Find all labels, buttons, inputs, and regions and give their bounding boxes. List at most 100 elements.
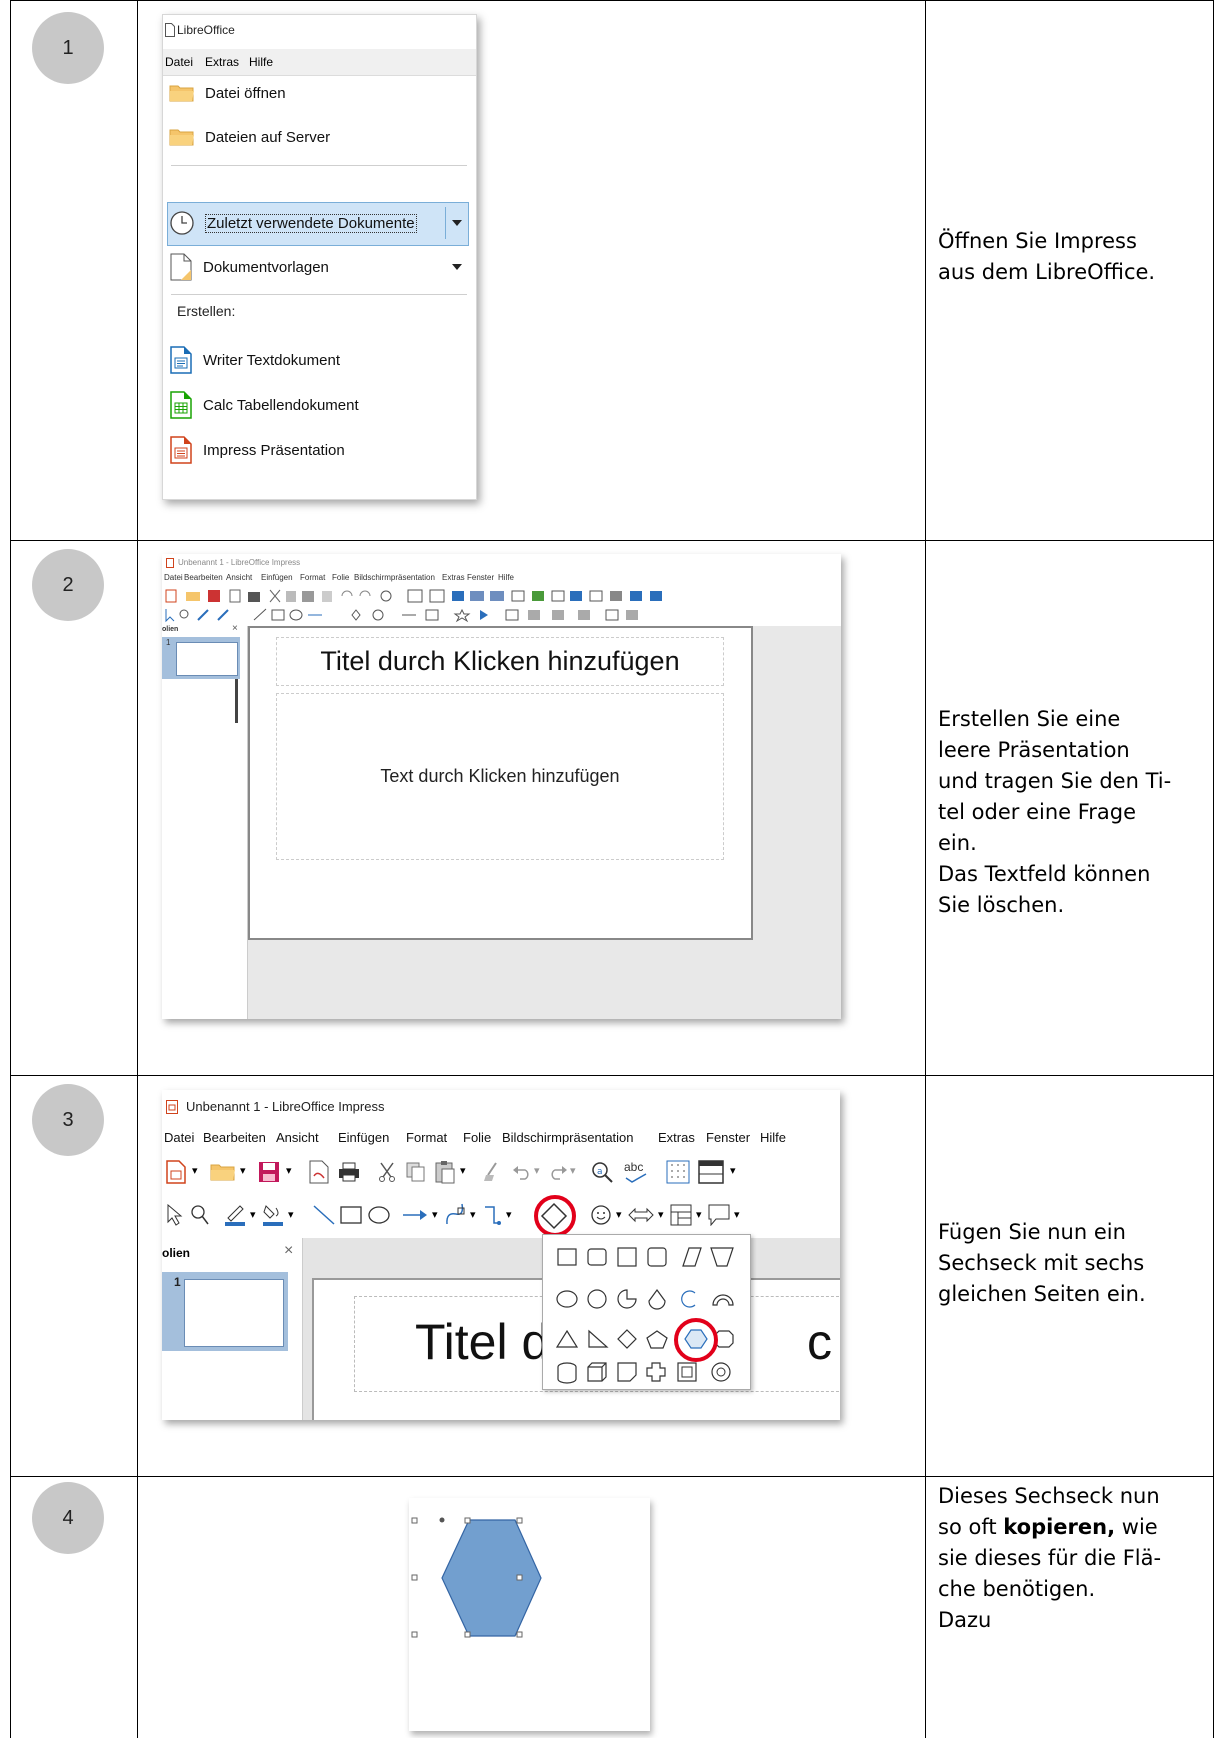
curve-tool-icon[interactable] <box>444 1202 466 1228</box>
menu-format[interactable]: Format <box>300 573 325 582</box>
templates-button[interactable]: Dokumentvorlagen <box>163 247 476 287</box>
text-placeholder[interactable]: Text durch Klicken hinzufügen <box>276 693 724 860</box>
chevron-down-icon[interactable]: ▾ <box>734 1208 740 1221</box>
open-file-button[interactable]: Datei öffnen <box>163 73 476 113</box>
line-tool-icon[interactable] <box>312 1204 336 1226</box>
menu-einfuegen[interactable]: Einfügen <box>338 1130 389 1145</box>
standard-toolbar[interactable] <box>162 587 841 605</box>
print-icon[interactable] <box>338 1162 360 1182</box>
select-arrow-icon[interactable] <box>166 1204 184 1226</box>
slide-preview <box>184 1279 284 1347</box>
paste-icon[interactable] <box>434 1160 456 1184</box>
title-fragment: Titel d <box>415 1314 550 1370</box>
menu-datei[interactable]: Datei <box>165 55 193 69</box>
menu-hilfe[interactable]: Hilfe <box>498 573 514 582</box>
chevron-down-icon[interactable]: ▾ <box>288 1208 294 1221</box>
ellipse-tool-icon[interactable] <box>368 1206 390 1224</box>
clone-formatting-icon[interactable] <box>484 1162 502 1182</box>
undo-icon[interactable] <box>512 1164 532 1180</box>
menu-bearbeiten[interactable]: Bearbeiten <box>184 573 223 582</box>
copy-icon[interactable] <box>406 1162 426 1182</box>
chevron-down-icon[interactable] <box>451 263 463 271</box>
slide-thumbnail[interactable]: 1 <box>162 1272 288 1351</box>
chevron-down-icon[interactable]: ▾ <box>570 1164 576 1177</box>
rectangle-tool-icon[interactable] <box>340 1206 362 1224</box>
calc-button[interactable]: Calc Tabellendokument <box>163 385 476 425</box>
display-views-icon[interactable] <box>698 1160 724 1184</box>
table-row-separator-1 <box>10 540 1214 541</box>
slide-canvas[interactable]: Titel durch Klicken hinzufügen Text durc… <box>248 626 753 940</box>
desc-line: Öffnen Sie Impress <box>938 229 1137 253</box>
chevron-down-icon[interactable] <box>451 219 463 227</box>
menu-fenster[interactable]: Fenster <box>467 573 494 582</box>
arrow-line-icon[interactable] <box>402 1208 428 1222</box>
block-arrows-icon[interactable] <box>628 1206 654 1224</box>
chevron-down-icon[interactable]: ▾ <box>658 1208 664 1221</box>
chevron-down-icon[interactable]: ▾ <box>250 1208 256 1221</box>
menu-ansicht[interactable]: Ansicht <box>226 573 252 582</box>
writer-button[interactable]: Writer Textdokument <box>163 340 476 380</box>
menu-bar: Datei Bearbeiten Ansicht Einfügen Format… <box>162 1128 840 1148</box>
chevron-down-icon[interactable]: ▾ <box>460 1164 466 1177</box>
chevron-down-icon[interactable]: ▾ <box>696 1208 702 1221</box>
save-icon[interactable] <box>258 1161 280 1183</box>
step-4-description: Dieses Sechseck nun so oft kopieren, wie… <box>938 1481 1202 1636</box>
clock-icon <box>170 211 194 235</box>
slide-thumbnail[interactable]: 1 <box>162 637 240 679</box>
menu-bildschirmpraesentation[interactable]: Bildschirmpräsentation <box>354 573 435 582</box>
menu-einfuegen[interactable]: Einfügen <box>261 573 293 582</box>
chevron-down-icon[interactable]: ▾ <box>616 1208 622 1221</box>
chevron-down-icon[interactable]: ▾ <box>506 1208 512 1221</box>
smiley-icon[interactable] <box>590 1204 612 1226</box>
new-document-icon[interactable] <box>166 1160 186 1184</box>
chevron-down-icon[interactable]: ▾ <box>192 1164 198 1177</box>
cut-icon[interactable] <box>378 1162 396 1182</box>
selection-handle <box>411 1517 418 1524</box>
menu-bearbeiten[interactable]: Bearbeiten <box>203 1130 266 1145</box>
menu-datei[interactable]: Datei <box>164 573 183 582</box>
redo-icon[interactable] <box>548 1164 568 1180</box>
panel-resize-handle[interactable] <box>235 679 238 723</box>
connector-tool-icon[interactable] <box>482 1204 502 1226</box>
menu-extras[interactable]: Extras <box>658 1130 695 1145</box>
find-replace-icon[interactable]: a <box>590 1160 614 1184</box>
menu-folie[interactable]: Folie <box>463 1130 491 1145</box>
open-folder-icon[interactable] <box>210 1162 236 1182</box>
callout-icon[interactable] <box>708 1204 730 1226</box>
export-pdf-icon[interactable] <box>308 1160 330 1184</box>
chevron-down-icon[interactable]: ▾ <box>470 1208 476 1221</box>
step-number-1: 1 <box>32 12 104 84</box>
flowchart-icon[interactable] <box>670 1204 692 1226</box>
menu-format[interactable]: Format <box>406 1130 447 1145</box>
chevron-down-icon[interactable]: ▾ <box>432 1208 438 1221</box>
remote-files-button[interactable]: Dateien auf Server <box>163 117 476 157</box>
selected-hexagon[interactable] <box>409 1498 650 1731</box>
templates-label: Dokumentvorlagen <box>203 258 329 276</box>
menu-ansicht[interactable]: Ansicht <box>276 1130 319 1145</box>
menu-fenster[interactable]: Fenster <box>706 1130 750 1145</box>
drawing-toolbar[interactable] <box>162 606 841 624</box>
menu-folie[interactable]: Folie <box>332 573 349 582</box>
grid-icon[interactable] <box>666 1160 690 1184</box>
shape-pentagon-icon <box>646 1330 668 1349</box>
menu-hilfe[interactable]: Hilfe <box>760 1130 786 1145</box>
chevron-down-icon[interactable]: ▾ <box>240 1164 246 1177</box>
desc-line: leere Präsentation <box>938 738 1130 762</box>
recent-docs-button[interactable]: Zuletzt verwendete Dokumente <box>163 203 476 243</box>
close-icon[interactable]: × <box>232 623 238 634</box>
close-icon[interactable]: × <box>284 1242 293 1260</box>
chevron-down-icon[interactable]: ▾ <box>534 1164 540 1177</box>
impress-button[interactable]: Impress Präsentation <box>163 430 476 470</box>
spellcheck-icon[interactable]: abc <box>622 1160 650 1184</box>
zoom-pan-icon[interactable] <box>190 1204 210 1226</box>
menu-extras[interactable]: Extras <box>442 573 465 582</box>
line-color-icon[interactable] <box>224 1202 246 1226</box>
menu-datei[interactable]: Datei <box>164 1130 194 1145</box>
menu-extras[interactable]: Extras <box>205 55 239 69</box>
fill-color-icon[interactable] <box>262 1202 284 1226</box>
title-placeholder[interactable]: Titel durch Klicken hinzufügen <box>276 637 724 686</box>
menu-bildschirmpraesentation[interactable]: Bildschirmpräsentation <box>502 1130 634 1145</box>
chevron-down-icon[interactable]: ▾ <box>730 1164 736 1177</box>
chevron-down-icon[interactable]: ▾ <box>286 1164 292 1177</box>
menu-hilfe[interactable]: Hilfe <box>249 55 273 69</box>
